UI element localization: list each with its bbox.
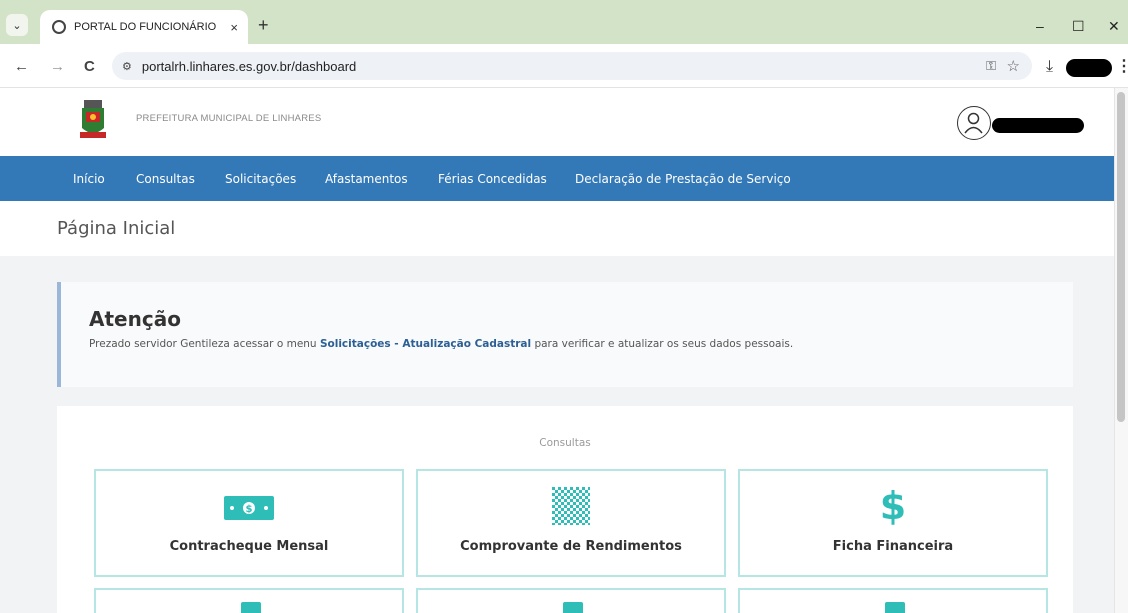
minimize-button[interactable]: – [1036, 18, 1044, 34]
tab-close-button[interactable]: × [230, 20, 238, 35]
menu-item-solicitacoes[interactable]: Solicitações [225, 172, 296, 186]
tab-title: PORTAL DO FUNCIONÁRIO [74, 21, 217, 33]
section-label-consultas: Consultas [539, 437, 591, 449]
menu-item-ferias-concedidas[interactable]: Férias Concedidas [438, 172, 547, 186]
site-header: PREFEITURA MUNICIPAL DE LINHARES [0, 88, 1114, 156]
menu-item-afastamentos[interactable]: Afastamentos [325, 172, 408, 186]
profile-avatar[interactable] [1066, 59, 1112, 77]
menu-item-declaracao[interactable]: Declaração de Prestação de Serviço [575, 172, 791, 186]
alert-text-after: para verificar e atualizar os seus dados… [531, 338, 794, 350]
alert-menu-link[interactable]: Solicitações - Atualização Cadastral [320, 338, 531, 350]
city-crest-logo [80, 100, 106, 138]
browser-tab[interactable]: PORTAL DO FUNCIONÁRIO × [40, 10, 248, 44]
menu-item-consultas[interactable]: Consultas [136, 172, 195, 186]
maximize-button[interactable]: ☐ [1072, 18, 1085, 35]
address-bar[interactable]: ⚙ portalrh.linhares.es.gov.br/dashboard … [112, 52, 1032, 80]
attention-alert: Atenção Prezado servidor Gentileza acess… [57, 282, 1073, 387]
main-menu: Início Consultas Solicitações Afastament… [0, 156, 1114, 201]
tab-search-button[interactable]: ⌄ [6, 14, 28, 36]
download-icon[interactable]: ⤓ [1046, 58, 1053, 76]
svg-text:$: $ [246, 504, 253, 515]
back-button[interactable]: ← [14, 58, 29, 75]
forward-button[interactable]: → [50, 58, 65, 75]
card-ficha-financeira[interactable]: $ Ficha Financeira [738, 469, 1048, 577]
page-title: Página Inicial [57, 218, 176, 239]
consultas-panel: Consultas $ Contracheque Mensal Comprova… [57, 406, 1073, 613]
checker-grid-icon [552, 487, 590, 525]
card-label: Ficha Financeira [832, 539, 954, 554]
card-partial[interactable] [416, 588, 726, 613]
alert-message: Prezado servidor Gentileza acessar o men… [89, 338, 793, 350]
globe-icon [52, 20, 66, 34]
card-label: Comprovante de Rendimentos [460, 539, 682, 554]
bookmark-star-icon[interactable]: ☆ [1007, 57, 1020, 75]
menu-item-inicio[interactable]: Início [73, 172, 105, 186]
card-partial[interactable] [738, 588, 1048, 613]
card-comprovante-rendimentos[interactable]: Comprovante de Rendimentos [416, 469, 726, 577]
dollar-icon: $ [880, 485, 906, 525]
user-name-redacted[interactable] [992, 118, 1084, 133]
card-partial[interactable] [94, 588, 404, 613]
new-tab-button[interactable]: + [258, 16, 269, 34]
url-text: portalrh.linhares.es.gov.br/dashboard [141, 58, 357, 74]
organization-name: PREFEITURA MUNICIPAL DE LINHARES [136, 113, 322, 124]
close-window-button[interactable]: ✕ [1108, 18, 1120, 35]
alert-text-before: Prezado servidor Gentileza acessar o men… [89, 338, 320, 350]
card-icon-partial [885, 602, 905, 613]
card-icon-partial [241, 602, 261, 613]
card-label: Contracheque Mensal [169, 539, 329, 554]
card-contracheque-mensal[interactable]: $ Contracheque Mensal [94, 469, 404, 577]
svg-text:$: $ [880, 485, 906, 525]
key-icon[interactable]: ⚿ [986, 58, 996, 74]
page-scrollbar-thumb[interactable] [1117, 92, 1125, 422]
money-bill-icon: $ [224, 496, 274, 520]
alert-title: Atenção [89, 307, 181, 331]
page-title-bar: Página Inicial [0, 201, 1114, 256]
browser-toolbar: ← → C ⚙ portalrh.linhares.es.gov.br/dash… [0, 44, 1128, 88]
reload-button[interactable]: C [84, 58, 95, 75]
card-icon-partial [563, 602, 583, 613]
user-icon[interactable] [957, 106, 991, 140]
site-info-icon[interactable]: ⚙ [122, 60, 132, 73]
browser-tab-strip: ⌄ PORTAL DO FUNCIONÁRIO × + – ☐ ✕ [0, 0, 1128, 44]
browser-menu-icon[interactable]: ⋮ [1116, 56, 1128, 76]
page-viewport: PREFEITURA MUNICIPAL DE LINHARES Início … [0, 88, 1128, 613]
